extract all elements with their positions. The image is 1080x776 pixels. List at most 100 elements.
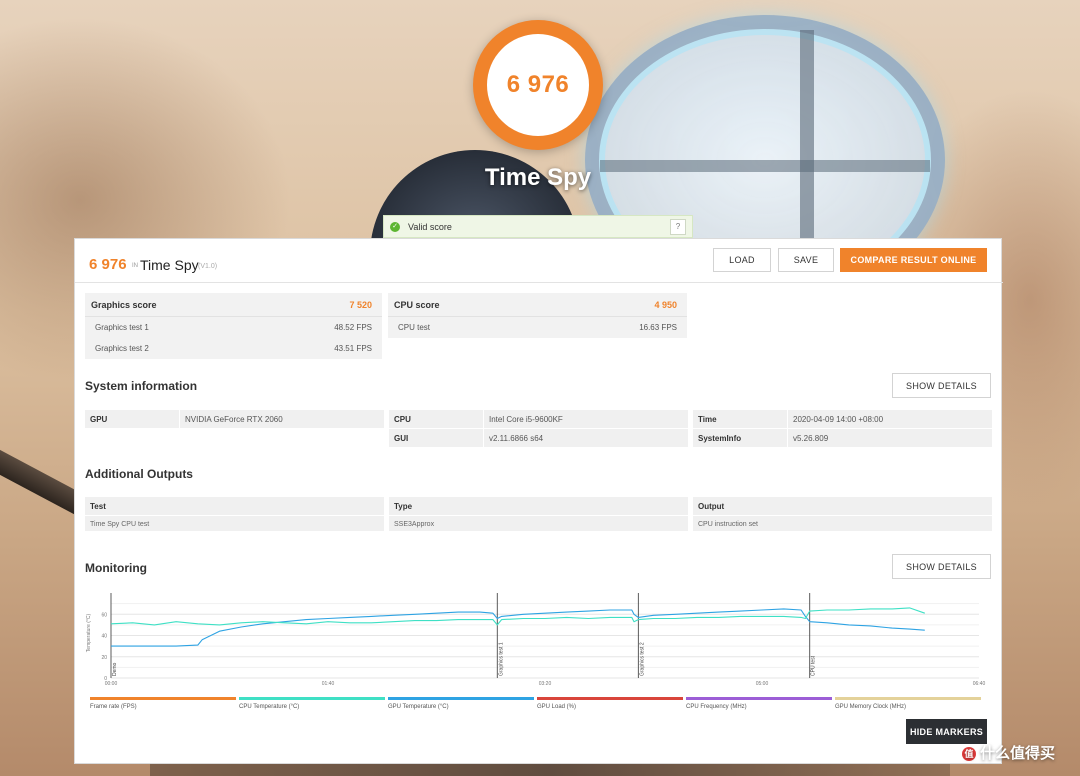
legend-label: Frame rate (FPS) xyxy=(90,704,137,710)
legend-label: CPU Frequency (MHz) xyxy=(686,704,747,710)
site-watermark: 值什么值得买 xyxy=(962,742,1055,763)
info-cell-gui: GUI v2.11.6866 s64 xyxy=(389,429,688,447)
graphics-score-box: Graphics score 7 520 Graphics test 1 48.… xyxy=(85,293,382,359)
valid-score-bar: ✓ Valid score ? xyxy=(383,215,693,238)
x-tick-label: 06:40 xyxy=(973,681,986,687)
info-value: NVIDIA GeForce RTX 2060 xyxy=(185,415,283,424)
outputs-value: SSE3Approx xyxy=(394,521,435,528)
info-cell-cpu: CPU Intel Core i5-9600KF xyxy=(389,410,688,428)
watermark-text: 什么值得买 xyxy=(980,745,1056,762)
graphics-test-label: Graphics test 2 xyxy=(95,344,149,353)
graphics-test-value: 43.51 FPS xyxy=(334,344,372,353)
graphics-score-value: 7 520 xyxy=(349,300,372,310)
legend-swatch xyxy=(90,697,236,700)
marker-label: Demo xyxy=(112,662,118,676)
monitoring-chart: 6040200Temperature (°C)00:00 01:40 03:20 05… xyxy=(86,593,986,687)
save-button[interactable]: SAVE xyxy=(778,248,834,272)
background-window-frame xyxy=(600,160,930,172)
watermark-logo-icon: 值 xyxy=(962,747,976,761)
score-value: 6 976 xyxy=(487,34,589,136)
results-header: 6 976 IN Time Spy (V1.0) LOAD SAVE COMPA… xyxy=(75,239,1003,283)
x-tick-label: 01:40 xyxy=(322,681,335,687)
additional-outputs-title: Additional Outputs xyxy=(85,467,193,481)
y-tick-label: 20 xyxy=(101,655,107,661)
outputs-header-test: Test xyxy=(85,497,384,515)
cpu-test-row: CPU test 16.63 FPS xyxy=(388,317,687,338)
graphics-test-value: 48.52 FPS xyxy=(334,323,372,332)
outputs-value: CPU instruction set xyxy=(698,521,758,528)
outputs-header-type: Type xyxy=(389,497,688,515)
outputs-value-test: Time Spy CPU test xyxy=(85,515,384,531)
legend-item-cpu-temperature[interactable]: CPU Temperature (°C) xyxy=(239,697,385,710)
monitoring-title: Monitoring xyxy=(85,561,147,575)
marker-label: Graphics test 2 xyxy=(639,642,645,676)
x-tick-label: 00:00 xyxy=(105,681,118,687)
outputs-value-type: SSE3Approx xyxy=(389,515,688,531)
background-bottom-art xyxy=(150,762,950,776)
info-value: v5.26.809 xyxy=(793,434,829,443)
help-icon[interactable]: ? xyxy=(670,219,686,235)
info-key: GPU xyxy=(90,415,108,424)
marker-label: Graphics test 1 xyxy=(498,642,504,676)
outputs-header-label: Test xyxy=(90,502,106,511)
system-information-title: System information xyxy=(85,379,198,393)
legend-item-gpu-memory-clock[interactable]: GPU Memory Clock (MHz) xyxy=(835,697,981,710)
outputs-header-label: Output xyxy=(698,502,725,511)
legend-label: GPU Memory Clock (MHz) xyxy=(835,704,907,710)
cpu-score-box: CPU score 4 950 CPU test 16.63 FPS xyxy=(388,293,687,338)
legend-swatch xyxy=(239,697,385,700)
header-in-label: IN xyxy=(132,263,138,269)
info-value: 2020-04-09 14:00 +08:00 xyxy=(793,415,884,424)
info-cell-systeminfo: SystemInfo v5.26.809 xyxy=(693,429,992,447)
info-value: v2.11.6866 s64 xyxy=(489,434,544,443)
graphics-score-title: Graphics score xyxy=(91,300,157,310)
info-divider xyxy=(483,429,484,447)
outputs-value-output: CPU instruction set xyxy=(693,515,992,531)
header-test-name: Time Spy xyxy=(140,257,199,273)
header-score: 6 976 xyxy=(89,256,127,273)
series-line xyxy=(110,607,925,626)
load-button[interactable]: LOAD xyxy=(713,248,771,272)
info-divider xyxy=(787,410,788,428)
graphics-test-row: Graphics test 1 48.52 FPS xyxy=(85,317,382,338)
cpu-score-header: CPU score 4 950 xyxy=(388,293,687,317)
x-tick-label: 03:20 xyxy=(539,681,552,687)
test-title: Time Spy xyxy=(484,164,592,191)
legend-swatch xyxy=(686,697,832,700)
outputs-header-output: Output xyxy=(693,497,992,515)
info-value: Intel Core i5-9600KF xyxy=(489,415,563,424)
legend-item-frame-rate[interactable]: Frame rate (FPS) xyxy=(90,697,236,710)
score-badge: 6 976 xyxy=(473,20,603,150)
graphics-test-row: Graphics test 2 43.51 FPS xyxy=(85,338,382,359)
header-version: (V1.0) xyxy=(198,263,218,270)
legend-swatch xyxy=(835,697,981,700)
info-divider xyxy=(179,410,180,428)
x-tick-label: 05:00 xyxy=(756,681,769,687)
legend-swatch xyxy=(388,697,534,700)
cpu-score-value: 4 950 xyxy=(654,300,677,310)
cpu-test-label: CPU test xyxy=(398,323,431,332)
info-divider xyxy=(483,410,484,428)
cpu-score-title: CPU score xyxy=(394,300,440,310)
legend-label: GPU Temperature (°C) xyxy=(388,704,449,710)
info-divider xyxy=(787,429,788,447)
legend-item-cpu-frequency[interactable]: CPU Frequency (MHz) xyxy=(686,697,832,710)
monitoring-show-details-button[interactable]: SHOW DETAILS xyxy=(892,554,991,579)
legend-item-gpu-temperature[interactable]: GPU Temperature (°C) xyxy=(388,697,534,710)
check-icon: ✓ xyxy=(390,221,400,232)
y-tick-label: 40 xyxy=(101,634,107,640)
info-key: GUI xyxy=(394,434,409,443)
outputs-header-label: Type xyxy=(394,502,413,511)
compare-result-online-button[interactable]: COMPARE RESULT ONLINE xyxy=(840,248,987,272)
hide-markers-button[interactable]: HIDE MARKERS xyxy=(906,719,987,744)
y-tick-label: 60 xyxy=(101,612,107,618)
legend-label: GPU Load (%) xyxy=(537,704,577,710)
info-key: CPU xyxy=(394,415,411,424)
system-show-details-button[interactable]: SHOW DETAILS xyxy=(892,373,991,398)
marker-label: CPU test xyxy=(811,655,817,676)
legend-label: CPU Temperature (°C) xyxy=(239,704,300,710)
info-key: Time xyxy=(698,415,717,424)
legend-item-gpu-load[interactable]: GPU Load (%) xyxy=(537,697,683,710)
y-axis-label: Temperature (°C) xyxy=(86,613,92,652)
cpu-test-value: 16.63 FPS xyxy=(639,323,677,332)
